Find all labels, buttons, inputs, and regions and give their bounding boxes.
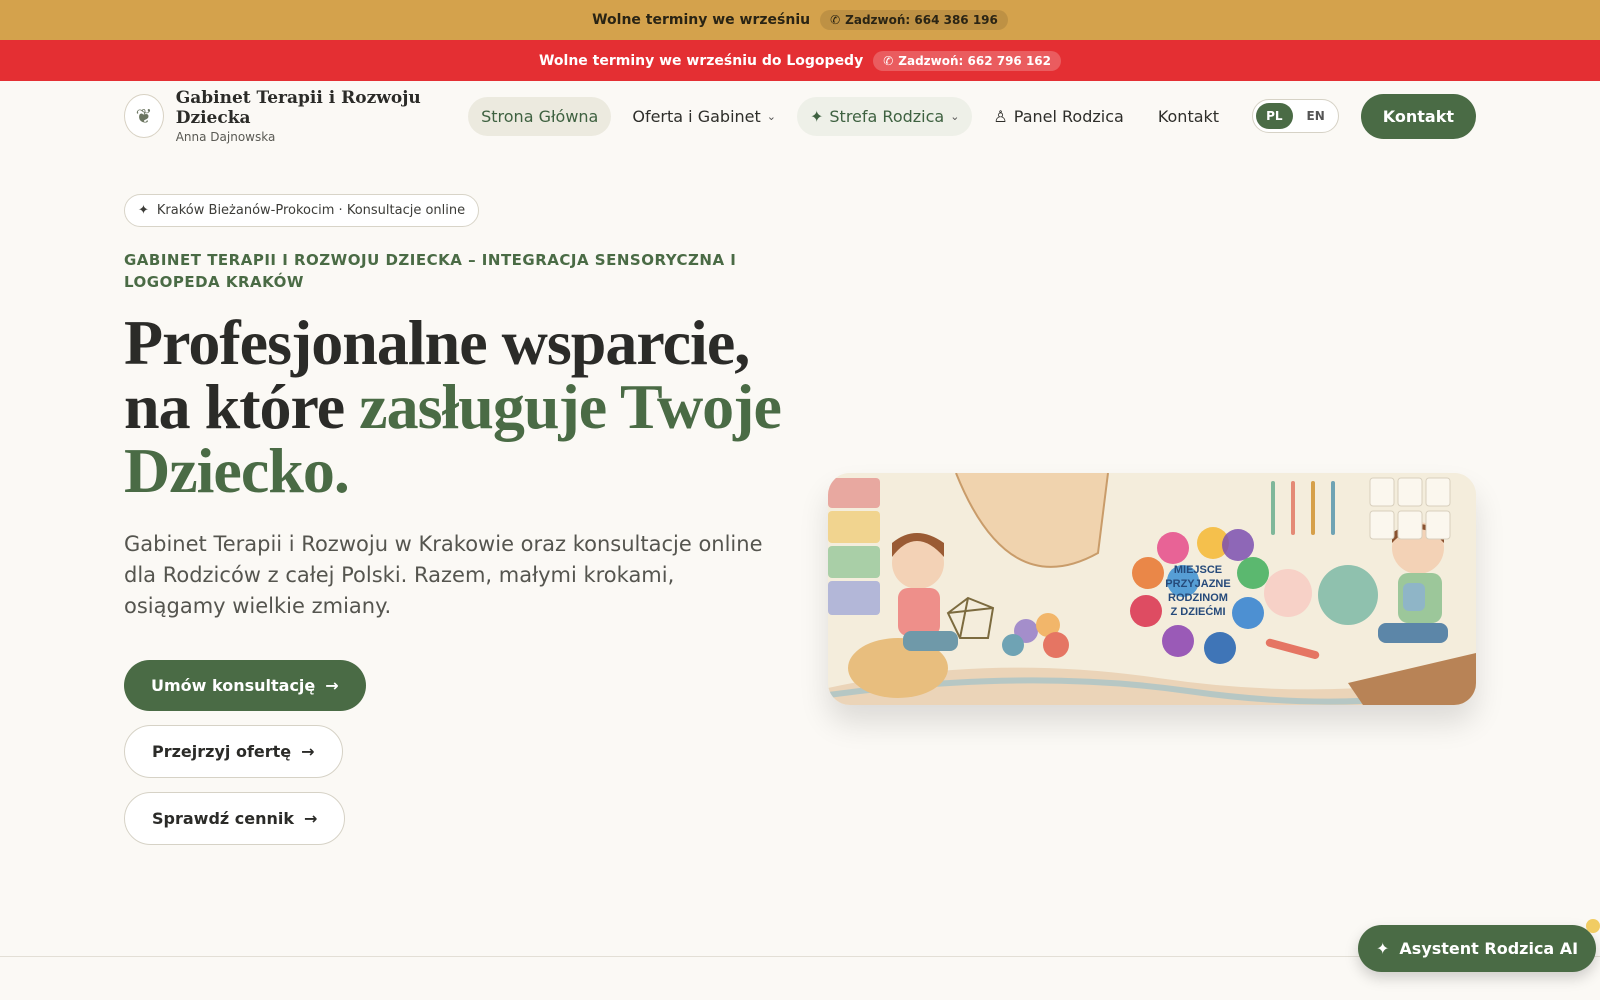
call-speech-button[interactable]: ✆ Zadzwoń: 662 796 162 xyxy=(873,50,1062,71)
chevron-down-icon: ⌄ xyxy=(950,109,960,123)
nav-parent-zone[interactable]: ✦ Strefa Rodzica ⌄ xyxy=(796,96,973,136)
nav-menu: Strona Główna Oferta i Gabinet ⌄ ✦ Stref… xyxy=(468,93,1476,139)
availability-banner: Wolne terminy we wrześniu ✆ Zadzwoń: 664… xyxy=(0,0,1600,40)
arrow-right-icon: → xyxy=(304,809,318,828)
check-prices-button[interactable]: Sprawdź cennik → xyxy=(124,792,346,845)
nav-home[interactable]: Strona Główna xyxy=(468,96,612,136)
book-consultation-button[interactable]: Umów konsultację → xyxy=(124,660,366,711)
language-switcher: PL EN xyxy=(1252,99,1339,133)
illustration-line-3: RODZINOM xyxy=(1168,592,1228,604)
notification-dot xyxy=(1586,919,1600,933)
contact-button[interactable]: Kontakt xyxy=(1360,93,1476,139)
view-offer-button[interactable]: Przejrzyj ofertę → xyxy=(124,725,343,778)
speech-therapist-banner: Wolne terminy we wrześniu do Logopedy ✆ … xyxy=(0,40,1600,81)
logo-icon: ❦ xyxy=(124,94,164,138)
playroom-illustration: MIEJSCE PRZYJAZNE RODZINOM Z DZIEĆMI xyxy=(828,473,1476,705)
brand-title: Gabinet Terapii i Rozwoju Dziecka xyxy=(175,88,421,128)
speech-availability-text: Wolne terminy we wrześniu do Logopedy xyxy=(538,52,864,69)
phone-icon: ✆ xyxy=(830,13,841,27)
nav-offer[interactable]: Oferta i Gabinet ⌄ xyxy=(619,97,789,136)
nav-parent-panel[interactable]: ♙ Panel Rodzica xyxy=(980,97,1136,136)
hero-headline: Profesjonalne wsparcie, na które zasługu… xyxy=(124,307,782,506)
hero-section: ✦ Kraków Bieżanów-Prokocim · Konsultacje… xyxy=(0,151,1600,941)
nav-contact[interactable]: Kontakt xyxy=(1145,97,1232,136)
arrow-right-icon: → xyxy=(301,742,315,761)
sparkle-icon: ✦ xyxy=(809,106,824,126)
sparkle-icon: ✦ xyxy=(138,203,149,218)
main-navigation: ❦ Gabinet Terapii i Rozwoju Dziecka Anna… xyxy=(0,81,1600,151)
arrow-right-icon: → xyxy=(325,676,339,695)
hero-illustration: MIEJSCE PRZYJAZNE RODZINOM Z DZIEĆMI xyxy=(828,473,1476,705)
availability-text: Wolne terminy we wrześniu xyxy=(592,12,811,28)
location-badge: ✦ Kraków Bieżanów-Prokocim · Konsultacje… xyxy=(124,194,480,227)
illustration-line-1: MIEJSCE xyxy=(1174,564,1222,576)
ai-assistant-button[interactable]: ✦ Asystent Rodzica AI xyxy=(1358,919,1600,972)
call-button[interactable]: ✆ Zadzwoń: 664 386 196 xyxy=(820,10,1008,30)
chevron-down-icon: ⌄ xyxy=(766,109,776,123)
user-icon: ♙ xyxy=(993,106,1008,126)
brand-link[interactable]: ❦ Gabinet Terapii i Rozwoju Dziecka Anna… xyxy=(124,88,468,144)
lang-pl[interactable]: PL xyxy=(1256,103,1293,129)
hero-eyebrow: GABINET TERAPII I ROZWOJU DZIECKA – INTE… xyxy=(124,251,737,291)
lang-en[interactable]: EN xyxy=(1297,103,1335,129)
hero-description: Gabinet Terapii i Rozwoju w Krakowie ora… xyxy=(124,532,763,618)
sparkle-icon: ✦ xyxy=(1376,939,1390,958)
brand-subtitle: Anna Dajnowska xyxy=(175,130,276,144)
illustration-line-4: Z DZIEĆMI xyxy=(1171,605,1226,618)
illustration-line-2: PRZYJAZNE xyxy=(1165,578,1230,590)
phone-icon: ✆ xyxy=(883,53,894,68)
